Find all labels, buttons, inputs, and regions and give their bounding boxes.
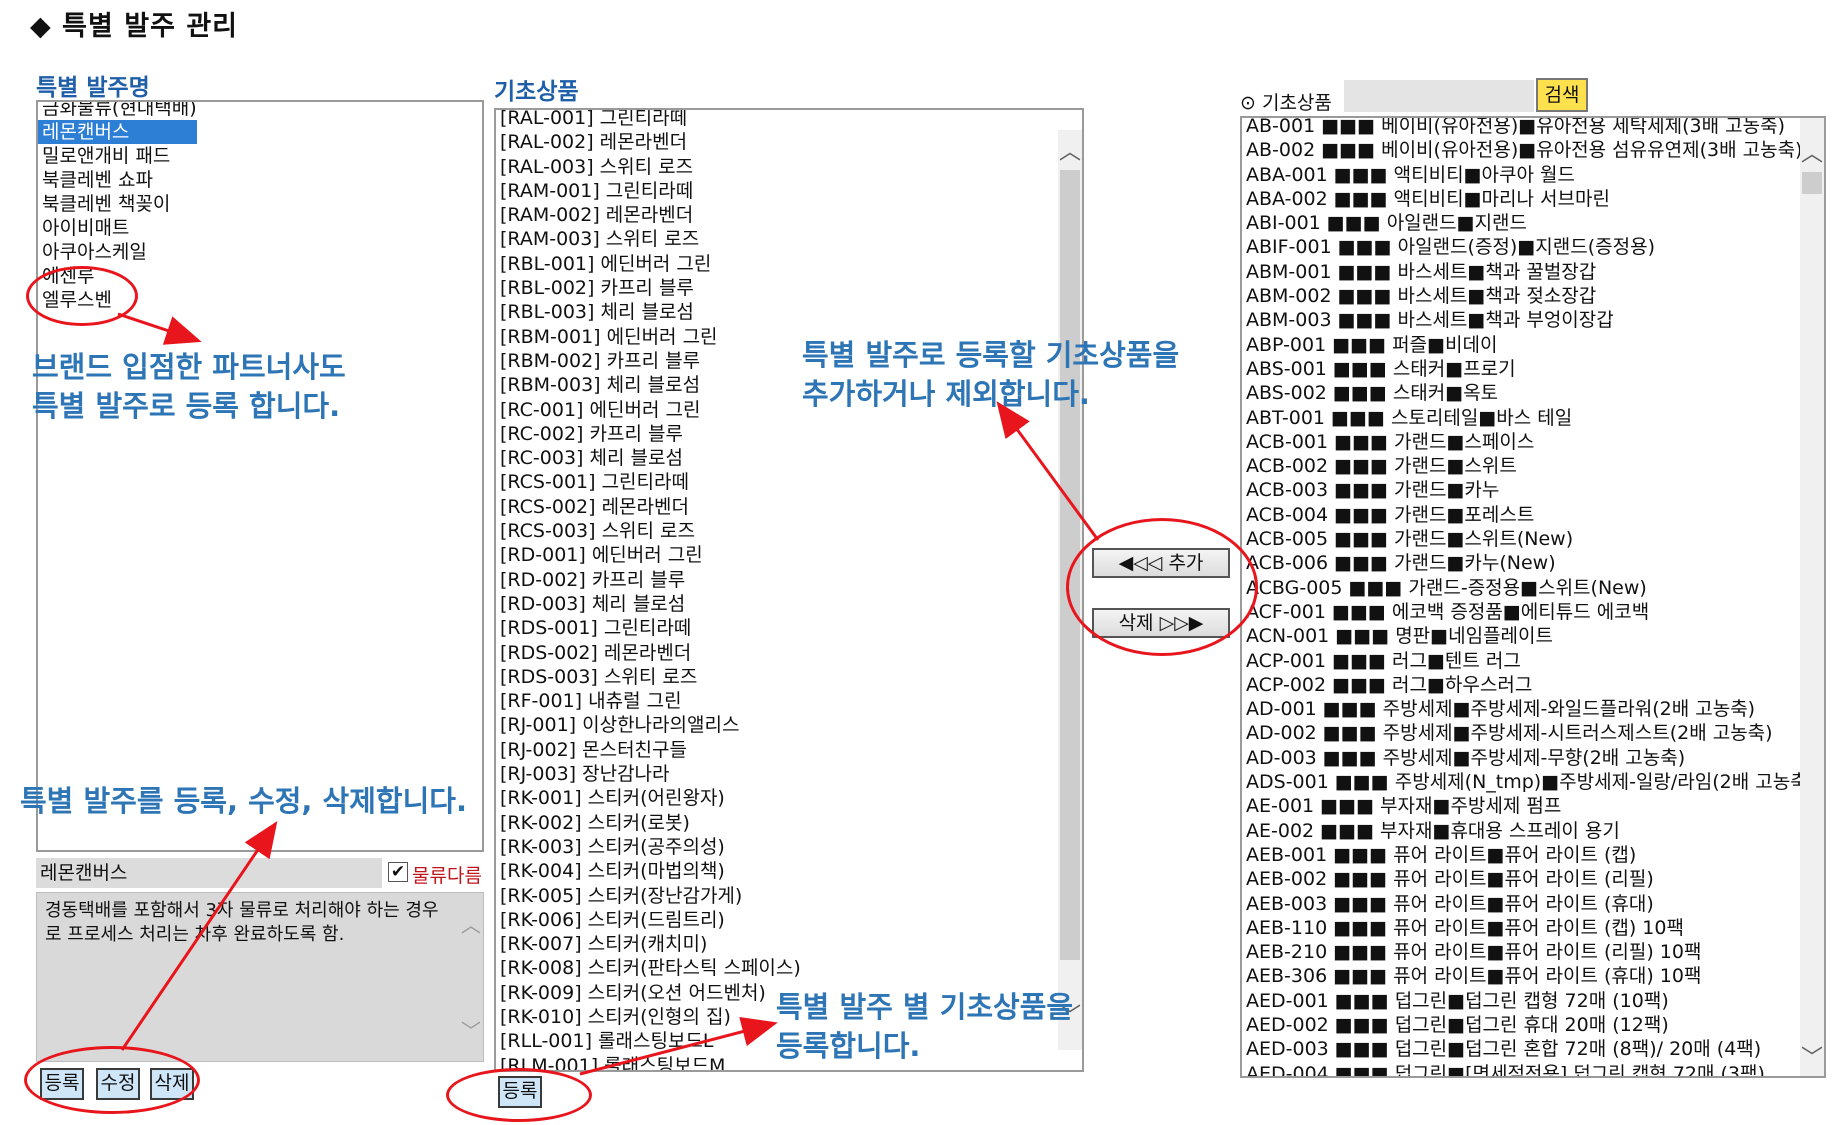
annotation-arrows [117, 312, 1100, 1076]
arrow-partner [117, 312, 202, 345]
arrow-crud [120, 821, 278, 1051]
arrow-register [579, 1017, 778, 1076]
arrow-add-remove [996, 401, 1100, 541]
